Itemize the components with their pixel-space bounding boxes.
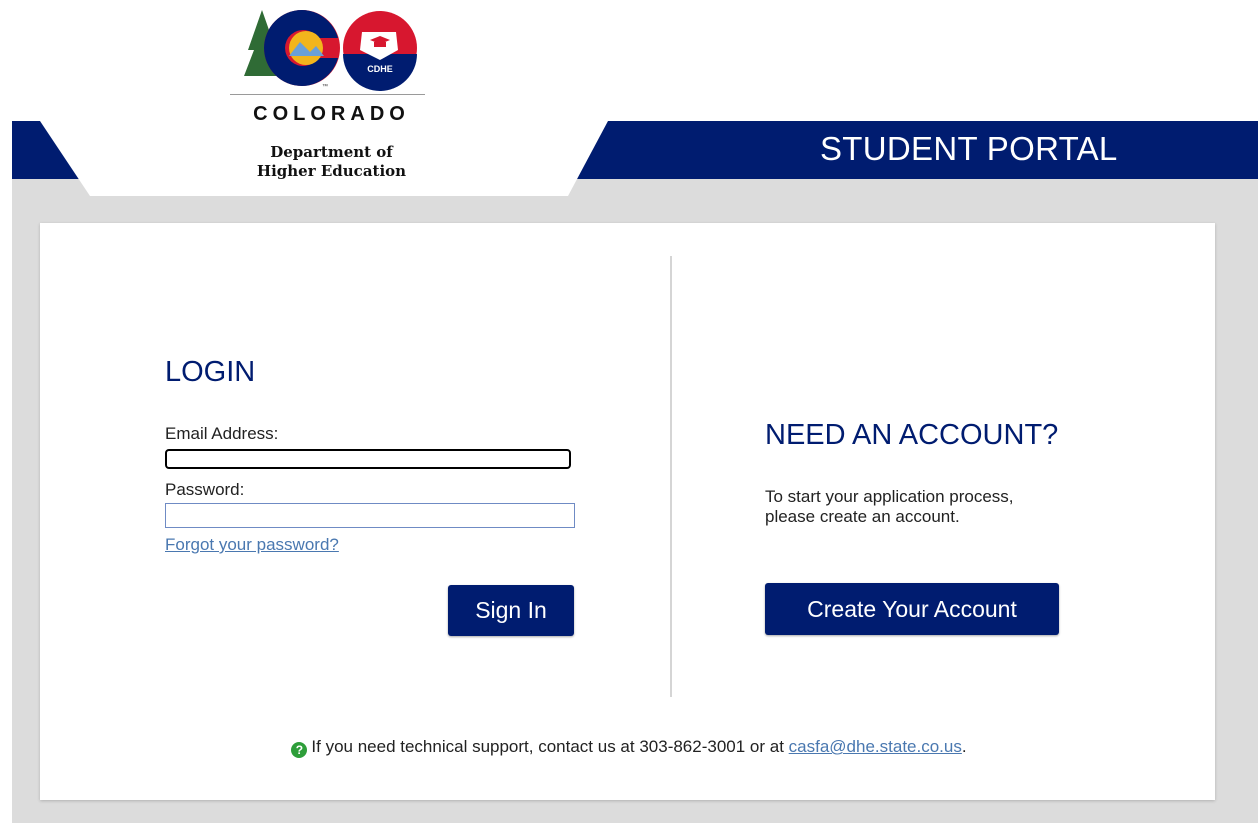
support-suffix: . [961,737,967,756]
cdhe-logo: ™ CDHE COLORADO Department of Higher Edu… [200,0,465,190]
portal-title: STUDENT PORTAL [820,130,1118,167]
email-label: Email Address: [165,424,279,443]
forgot-password-link[interactable]: Forgot your password? [165,535,339,555]
section-divider [670,256,672,697]
logo-divider [230,94,425,95]
support-message: ? If you need technical support, contact … [200,737,1058,758]
password-input[interactable] [165,503,575,528]
logo-dept-line2: Higher Education [256,162,407,180]
support-text: If you need technical support, contact u… [311,737,789,756]
logo-state-name: COLORADO [253,103,410,125]
login-heading: LOGIN [165,356,256,388]
account-text-line1: To start your application process, [765,487,1014,506]
help-question-icon: ? [291,742,308,758]
support-email-link[interactable]: casfa@dhe.state.co.us [789,737,962,756]
cdhe-badge-text: CDHE [367,64,393,74]
account-description: To start your application process, pleas… [765,487,1014,527]
email-input[interactable] [165,449,571,469]
logo-dept-line1: Department of [270,143,393,161]
sign-in-button[interactable]: Sign In [448,585,574,636]
logo-department-name: Department of Higher Education [224,143,439,181]
colorado-logo-icon: ™ CDHE [244,10,417,91]
password-label: Password: [165,480,245,499]
create-account-button[interactable]: Create Your Account [765,583,1059,635]
need-account-heading: NEED AN ACCOUNT? [765,419,1059,451]
trademark-text: ™ [322,83,328,90]
account-text-line2: please create an account. [765,507,960,526]
